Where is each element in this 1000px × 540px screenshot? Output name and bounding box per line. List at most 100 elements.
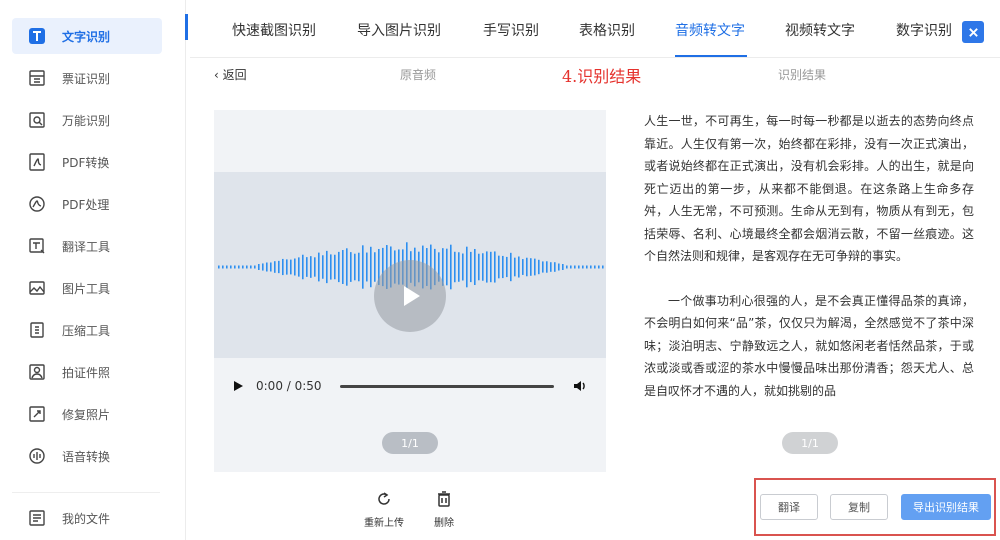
sidebar-item-translate[interactable]: 翻译工具 [12, 228, 162, 264]
waveform-bar [358, 252, 360, 282]
sidebar-item-label: 文字识别 [62, 29, 111, 44]
waveform-bar [362, 245, 364, 289]
sidebar-item-universal[interactable]: 万能识别 [12, 102, 162, 138]
waveform-bar [470, 251, 472, 283]
sidebar-item-label: 翻译工具 [62, 239, 111, 254]
waveform-bar [450, 244, 452, 290]
waveform-bar [530, 258, 532, 276]
id-photo-icon [26, 361, 48, 383]
tab-handwriting[interactable]: 手写识别 [483, 20, 539, 40]
waveform-bar [582, 265, 584, 269]
waveform-bar [366, 252, 368, 282]
waveform-bar [350, 252, 352, 282]
tab-number-recognition[interactable]: 数字识别 [896, 20, 952, 40]
sidebar-active-indicator [185, 14, 188, 40]
sidebar-item-label: 语音转换 [62, 449, 111, 464]
universal-scan-icon [26, 109, 48, 131]
waveform-bar [262, 263, 264, 271]
my-files-icon [26, 507, 48, 529]
waveform-bar [566, 265, 568, 269]
waveform-bar [486, 251, 488, 283]
reupload-button[interactable]: 重新上传 [364, 490, 404, 529]
tab-audio-to-text[interactable]: 音频转文字 [675, 20, 745, 40]
recognition-result[interactable]: 人生一世，不可再生，每一时每一秒都是以逝去的态势向终点靠近。人生仅有第一次，始终… [626, 110, 976, 472]
waveform-bar [278, 260, 280, 274]
play-button[interactable] [374, 260, 446, 332]
sidebar-item-my-files[interactable]: 我的文件 [12, 500, 162, 536]
tab-screenshot-recognition[interactable]: 快速截图识别 [232, 20, 316, 40]
sidebar-item-pdf-process[interactable]: PDF处理 [12, 186, 162, 222]
step-annotation: 4.识别结果 [562, 67, 642, 86]
sidebar-item-repair-photo[interactable]: 修复照片 [12, 396, 162, 432]
result-title: 识别结果 [778, 68, 827, 82]
waveform-bar [514, 257, 516, 277]
tab-active-underline [675, 55, 747, 57]
export-result-button[interactable]: 导出识别结果 [901, 494, 991, 520]
result-paragraph: 人生一世，不可再生，每一时每一秒都是以逝去的态势向终点靠近。人生仅有第一次，始终… [644, 114, 974, 263]
waveform-bar [322, 255, 324, 279]
sidebar-item-id-photo[interactable]: 拍证件照 [12, 354, 162, 390]
tab-import-image[interactable]: 导入图片识别 [357, 20, 441, 40]
audio-play-icon[interactable] [232, 380, 244, 392]
waveform-bar [490, 251, 492, 283]
waveform-bar [374, 252, 376, 282]
waveform-bar [542, 261, 544, 273]
waveform-bar [578, 265, 580, 269]
waveform-bar [550, 262, 552, 272]
text-recognition-icon [26, 25, 48, 47]
sidebar-item-voice-convert[interactable]: 语音转换 [12, 438, 162, 474]
waveform-bar [370, 246, 372, 288]
waveform-bar [502, 255, 504, 279]
waveform-bar [342, 250, 344, 284]
waveform-bar [290, 259, 292, 275]
sidebar-item-ticket[interactable]: 票证识别 [12, 60, 162, 96]
voice-convert-icon [26, 445, 48, 467]
audio-progress-track[interactable] [339, 384, 554, 388]
pdf-process-icon [26, 193, 48, 215]
back-button[interactable]: ‹ 返回 [214, 66, 247, 83]
tab-video-to-text[interactable]: 视频转文字 [785, 20, 855, 40]
waveform-bar [458, 252, 460, 282]
waveform-bar [522, 259, 524, 275]
delete-label: 删除 [434, 518, 454, 529]
waveform-bar [258, 264, 260, 270]
waveform-bar [242, 265, 244, 269]
volume-icon[interactable] [572, 378, 588, 394]
waveform-bar [326, 250, 328, 284]
waveform-bar [546, 261, 548, 273]
waveform-bar [498, 255, 500, 279]
waveform-bar [518, 256, 520, 278]
sidebar-divider [12, 492, 160, 493]
result-pager: 1/1 [782, 432, 838, 454]
copy-button[interactable]: 复制 [830, 494, 888, 520]
waveform-bar [346, 248, 348, 286]
close-button[interactable] [962, 21, 984, 43]
close-icon [968, 27, 978, 37]
waveform-bar [482, 253, 484, 281]
waveform-bar [478, 253, 480, 281]
sidebar-item-compress[interactable]: 压缩工具 [12, 312, 162, 348]
waveform-bar [590, 265, 592, 269]
sidebar-item-label: 我的文件 [62, 511, 111, 526]
sidebar-item-label: 压缩工具 [62, 323, 111, 338]
waveform-bar [294, 258, 296, 276]
audio-visualizer [214, 172, 606, 358]
waveform-bar [266, 262, 268, 272]
sidebar-item-image-tool[interactable]: 图片工具 [12, 270, 162, 306]
waveform-bar [506, 256, 508, 278]
sidebar-item-text-recognition[interactable]: 文字识别 [12, 18, 162, 54]
pdf-convert-icon [26, 151, 48, 173]
sidebar-item-pdf-convert[interactable]: PDF转换 [12, 144, 162, 180]
waveform-bar [462, 253, 464, 281]
waveform-bar [598, 265, 600, 269]
translate-icon [26, 235, 48, 257]
reupload-label: 重新上传 [364, 518, 404, 529]
waveform-bar [554, 262, 556, 272]
sidebar-item-label: 票证识别 [62, 71, 111, 86]
waveform-bar [574, 265, 576, 269]
media-panel: 0:00 / 0:50 1/1 [214, 110, 606, 472]
image-tool-icon [26, 277, 48, 299]
delete-button[interactable]: 删除 [434, 490, 454, 529]
tab-table[interactable]: 表格识别 [579, 20, 635, 40]
translate-button[interactable]: 翻译 [760, 494, 818, 520]
